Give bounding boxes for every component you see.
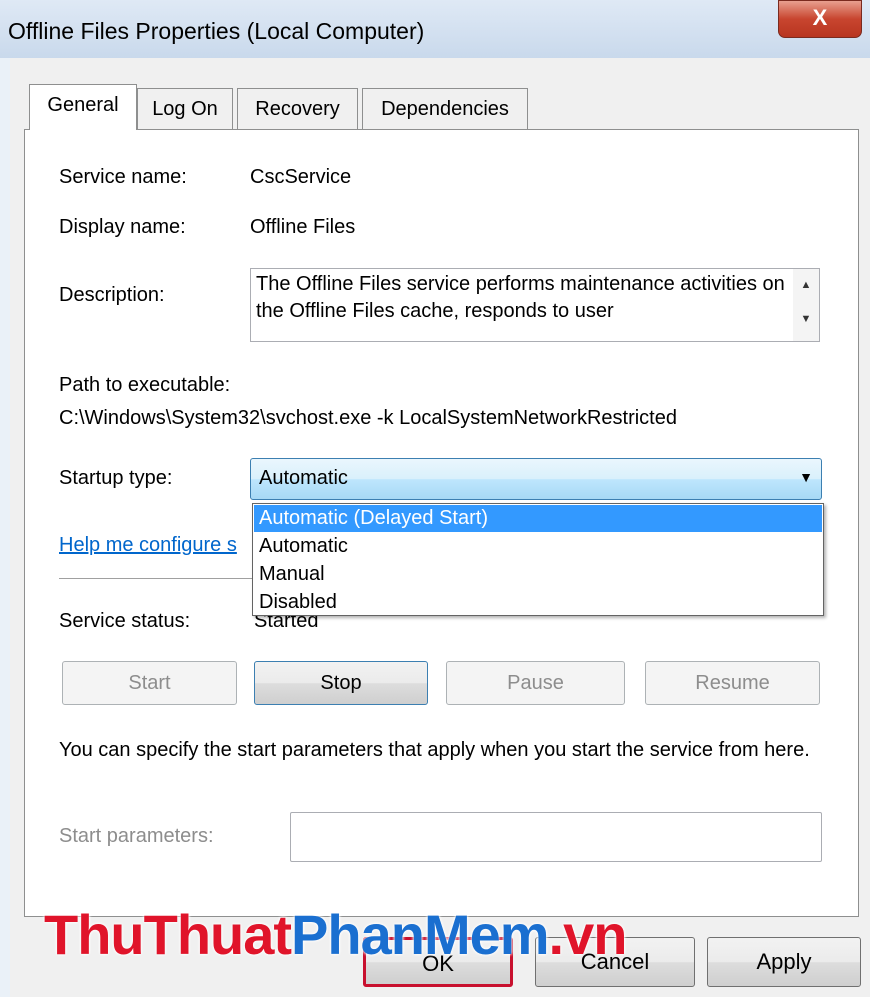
start-params-info: You can specify the start parameters tha… xyxy=(59,739,810,761)
start-button[interactable]: Start xyxy=(62,661,237,705)
option-disabled[interactable]: Disabled xyxy=(254,589,822,616)
apply-button[interactable]: Apply xyxy=(707,937,861,987)
startup-type-value: Automatic xyxy=(259,467,348,489)
path-value: C:\Windows\System32\svchost.exe -k Local… xyxy=(59,407,677,429)
chevron-down-icon[interactable]: ▼ xyxy=(799,469,813,485)
option-manual[interactable]: Manual xyxy=(254,561,822,588)
stop-button[interactable]: Stop xyxy=(254,661,428,705)
tab-log-on[interactable]: Log On xyxy=(137,88,233,130)
watermark-part1: ThuThuat xyxy=(44,903,292,966)
startup-type-label: Startup type: xyxy=(59,467,173,489)
window-title: Offline Files Properties (Local Computer… xyxy=(8,18,425,44)
option-automatic[interactable]: Automatic xyxy=(254,533,822,560)
description-label: Description: xyxy=(59,284,165,306)
watermark-part3: .vn xyxy=(548,903,628,966)
scroll-up-icon[interactable]: ▲ xyxy=(793,279,819,291)
startup-type-combobox[interactable]: Automatic ▼ xyxy=(250,458,822,500)
scroll-down-icon[interactable]: ▼ xyxy=(793,313,819,325)
divider xyxy=(59,578,254,579)
tab-general[interactable]: General xyxy=(29,84,137,130)
description-scrollbar[interactable]: ▲ ▼ xyxy=(793,269,819,341)
pause-button[interactable]: Pause xyxy=(446,661,625,705)
display-name-label: Display name: xyxy=(59,216,186,238)
close-button[interactable]: X xyxy=(778,0,862,38)
option-automatic-delayed[interactable]: Automatic (Delayed Start) xyxy=(254,505,822,532)
service-status-label: Service status: xyxy=(59,610,191,632)
resume-button[interactable]: Resume xyxy=(645,661,820,705)
start-params-label: Start parameters: xyxy=(59,825,214,847)
properties-window: Offline Files Properties (Local Computer… xyxy=(0,0,870,997)
service-name-label: Service name: xyxy=(59,166,187,188)
description-text: The Offline Files service performs maint… xyxy=(256,273,785,322)
title-bar: Offline Files Properties (Local Computer… xyxy=(0,0,870,58)
tab-dependencies[interactable]: Dependencies xyxy=(362,88,528,130)
display-name-value: Offline Files xyxy=(250,216,356,238)
path-label: Path to executable: xyxy=(59,374,231,396)
help-configure-link[interactable]: Help me configure s xyxy=(59,534,237,557)
startup-type-dropdown: Automatic (Delayed Start) Automatic Manu… xyxy=(252,503,824,616)
tab-recovery[interactable]: Recovery xyxy=(237,88,358,130)
watermark-logo: ThuThuatPhanMem.vn xyxy=(44,902,628,967)
watermark-part2: PhanMem xyxy=(291,903,549,966)
service-name-value: CscService xyxy=(250,166,352,188)
description-box[interactable]: The Offline Files service performs maint… xyxy=(250,268,820,342)
start-params-input[interactable] xyxy=(290,812,822,862)
